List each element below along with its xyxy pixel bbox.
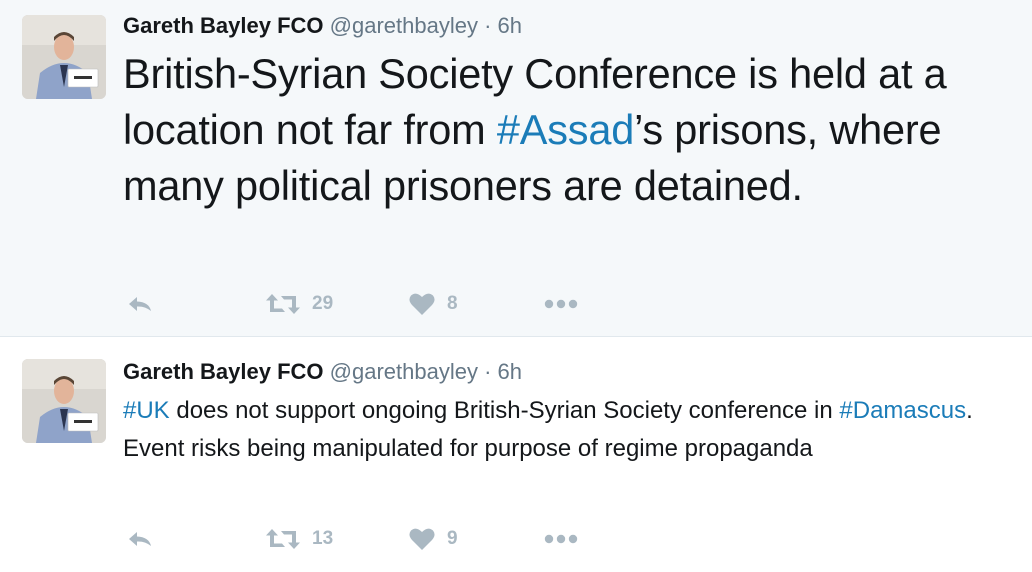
like-count: 9	[447, 528, 458, 549]
tweet-actions: 13 9	[123, 524, 623, 554]
tweet-header: Gareth Bayley FCO @garethbayley · 6h	[123, 13, 522, 39]
avatar[interactable]	[22, 359, 106, 443]
retweet-icon	[266, 529, 300, 549]
tweet-actions: 29 8	[123, 289, 623, 319]
tweet-1[interactable]: Gareth Bayley FCO @garethbayley · 6h Bri…	[0, 0, 1032, 337]
like-count: 8	[447, 293, 458, 314]
author-handle[interactable]: @garethbayley	[330, 359, 478, 384]
reply-icon	[129, 297, 151, 311]
reply-button[interactable]	[127, 289, 153, 319]
author-name[interactable]: Gareth Bayley FCO	[123, 359, 324, 384]
author-name[interactable]: Gareth Bayley FCO	[123, 13, 324, 38]
retweet-count: 29	[312, 293, 334, 314]
like-button[interactable]: 8	[409, 289, 458, 319]
tweet-text-segment: does not support ongoing British-Syrian …	[169, 397, 840, 424]
separator-dot: ·	[484, 13, 492, 38]
retweet-count: 13	[312, 528, 334, 549]
retweet-icon	[266, 294, 300, 314]
reply-button[interactable]	[127, 524, 153, 554]
tweet-2[interactable]: Gareth Bayley FCO @garethbayley · 6h #UK…	[0, 337, 1032, 572]
like-button[interactable]: 9	[409, 524, 458, 554]
more-button[interactable]	[544, 289, 578, 319]
hashtag-link[interactable]: #Damascus	[839, 397, 966, 424]
retweet-button[interactable]: 13	[266, 524, 333, 554]
more-button[interactable]	[544, 524, 578, 554]
avatar[interactable]	[22, 15, 106, 99]
timestamp[interactable]: 6h	[498, 13, 522, 38]
timestamp[interactable]: 6h	[498, 359, 522, 384]
heart-icon	[409, 293, 435, 315]
tweet-text: #UK does not support ongoing British-Syr…	[123, 392, 1013, 468]
tweet-text: British-Syrian Society Conference is hel…	[123, 46, 1023, 214]
author-handle[interactable]: @garethbayley	[330, 13, 478, 38]
tweet-header: Gareth Bayley FCO @garethbayley · 6h	[123, 359, 522, 385]
separator-dot: ·	[484, 359, 492, 384]
more-icon	[544, 299, 578, 309]
hashtag-link[interactable]: #Assad	[497, 106, 634, 153]
reply-icon	[129, 532, 151, 546]
heart-icon	[409, 528, 435, 550]
more-icon	[544, 534, 578, 544]
retweet-button[interactable]: 29	[266, 289, 333, 319]
hashtag-link[interactable]: #UK	[123, 397, 170, 424]
